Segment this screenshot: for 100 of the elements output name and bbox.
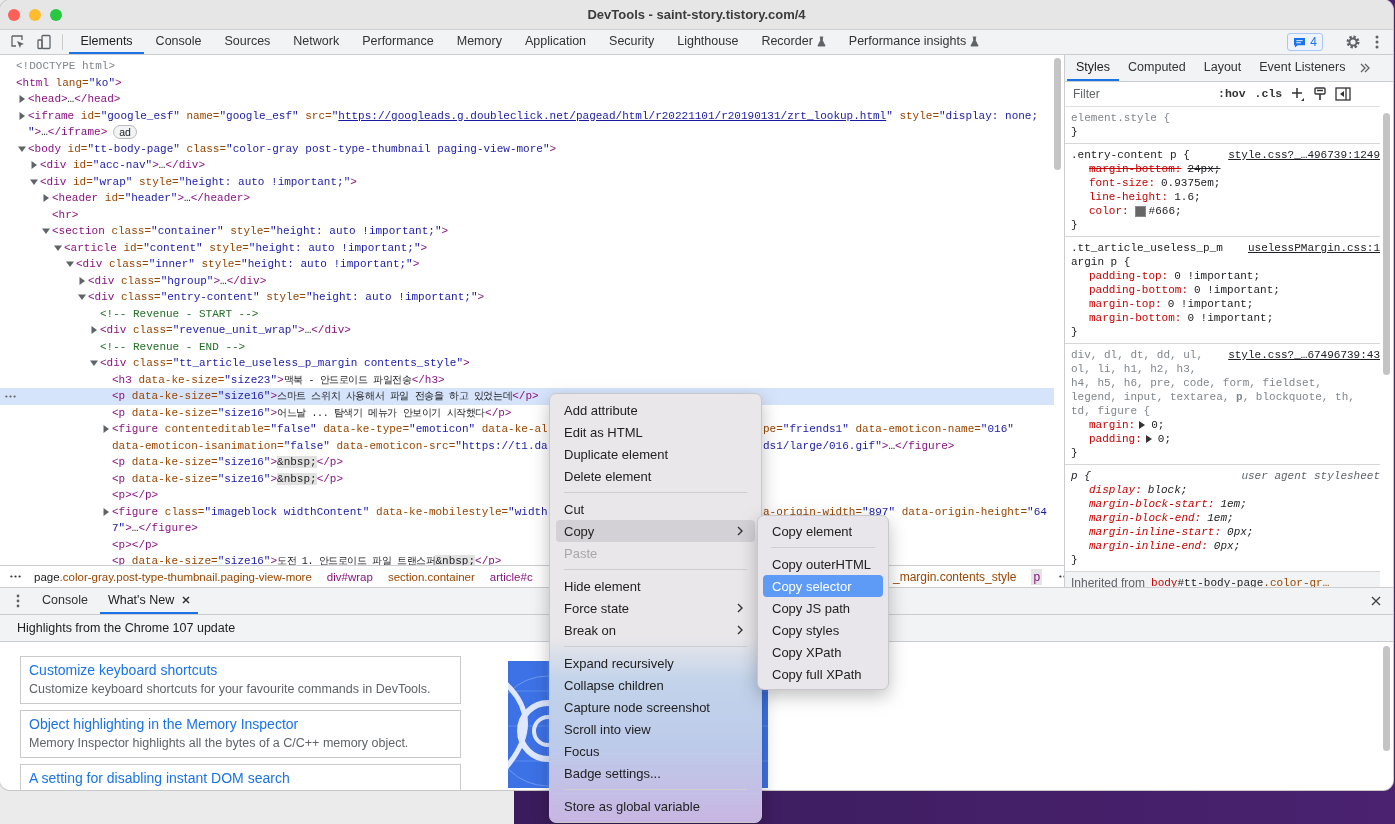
disclosure-triangle-icon[interactable] [18,95,26,104]
menu-item[interactable]: Badge settings... [556,762,755,784]
menu-item[interactable]: Force state [556,597,755,619]
breadcrumb-item[interactable]: section.container [385,569,477,584]
paint-roller-icon[interactable] [1314,87,1327,101]
double-chevron-icon[interactable] [1360,63,1371,73]
panel-tab[interactable]: Lighthouse [665,30,750,54]
breadcrumb-item[interactable]: _margin.contents_style [891,568,1019,585]
css-value[interactable]: 0px; [1227,525,1254,539]
css-property[interactable]: padding-top: [1089,269,1169,283]
card-title[interactable]: Customize keyboard shortcuts [29,661,452,680]
stylesheet-link[interactable]: user agent stylesheet [1241,469,1380,483]
menu-item[interactable]: Copy full XPath [763,663,883,685]
plus-icon[interactable] [1291,87,1306,101]
more-options-icon[interactable] [16,594,20,608]
panel-tab[interactable]: Recorder [749,30,838,54]
menu-item[interactable]: Store as global variable [556,795,755,817]
scrollbar-thumb[interactable] [1383,113,1390,375]
menu-item[interactable]: Copy [556,520,755,542]
disclosure-triangle-icon[interactable] [30,161,38,170]
css-property[interactable]: margin-block-start: [1089,497,1215,511]
disclosure-triangle-icon[interactable] [78,276,86,285]
panel-tab[interactable]: Performance [350,30,446,54]
sidebar-tab[interactable]: Layout [1194,55,1251,81]
card-title[interactable]: Object highlighting in the Memory Inspector [29,715,452,734]
css-property[interactable]: margin-inline-end: [1089,539,1208,553]
menu-item[interactable]: Edit as HTML [556,421,755,443]
feature-card[interactable]: A setting for disabling instant DOM search [20,764,461,790]
panel-tab[interactable]: Memory [445,30,514,54]
panel-tab[interactable]: Console [144,30,213,54]
disclosure-triangle-icon[interactable] [30,177,38,186]
css-property[interactable]: padding: [1089,432,1142,446]
drawer-tab[interactable]: Console [34,588,96,614]
menu-item[interactable]: Expand recursively [556,652,755,674]
css-value[interactable]: 24px; [1187,162,1221,176]
css-property[interactable]: margin-block-end: [1089,511,1202,525]
disclosure-triangle-icon[interactable] [18,144,26,153]
css-value[interactable]: 1em; [1220,497,1247,511]
menu-item[interactable]: Scroll into view [556,718,755,740]
toggle-button[interactable]: :hov [1218,87,1246,101]
disclosure-triangle-icon[interactable] [90,326,98,335]
menu-item[interactable]: Copy outerHTML [763,553,883,575]
settings-icon[interactable] [1345,34,1361,50]
toggle-button[interactable]: .cls [1254,87,1283,101]
disclosure-triangle-icon[interactable] [42,227,50,236]
device-toggle-icon[interactable] [36,34,52,50]
breadcrumb-item[interactable]: page.color-gray.post-type-thumbnail.paging-view-more [32,569,314,584]
panel-tab[interactable]: Security [597,30,666,54]
menu-item[interactable]: Focus [556,740,755,762]
css-value[interactable]: 0; [1151,418,1165,432]
issues-button[interactable]: 4 [1287,33,1323,51]
ad-badge[interactable]: ad [113,125,137,140]
menu-item[interactable]: Break on [556,619,755,641]
sidebar-tab[interactable]: Event Listeners [1250,55,1355,81]
stylesheet-link[interactable]: style.css?_…496739:1249 [1228,148,1380,162]
css-property[interactable]: line-height: [1089,190,1169,204]
menu-item[interactable]: Copy JS path [763,597,883,619]
breadcrumb-item[interactable]: p [1031,568,1043,585]
disclosure-triangle-icon[interactable] [54,243,62,252]
disclosure-triangle-icon[interactable] [102,507,110,516]
menu-item[interactable]: Copy styles [763,619,883,641]
close-icon[interactable] [182,596,191,604]
breadcrumb-item[interactable]: article#c [487,569,535,584]
disclosure-triangle-icon[interactable] [102,425,110,434]
css-value[interactable]: block; [1147,483,1188,497]
card-title[interactable]: A setting for disabling instant DOM search [29,769,452,788]
more-options-icon[interactable] [1375,35,1379,49]
disclosure-triangle-icon[interactable] [90,359,98,368]
css-value[interactable]: 0 !important; [1174,269,1261,283]
disclosure-triangle-icon[interactable] [42,194,50,203]
css-value[interactable]: 0 !important; [1194,283,1280,297]
css-value[interactable]: 0.9375em; [1161,176,1221,190]
css-value[interactable]: #666; [1148,204,1182,218]
css-value[interactable]: 1.6; [1174,190,1201,204]
menu-item[interactable]: Collapse children [556,674,755,696]
css-value[interactable]: 0px; [1213,539,1241,553]
more-dots-icon[interactable] [5,395,16,398]
menu-item[interactable]: Capture node screenshot [556,696,755,718]
panel-tab[interactable]: Sources [213,30,282,54]
css-property[interactable]: margin-inline-start: [1089,525,1222,539]
stylesheet-link[interactable]: style.css?_…67496739:43 [1228,348,1380,362]
panel-tab[interactable]: Performance insights [837,30,991,54]
css-property[interactable]: margin: [1089,418,1136,432]
css-value[interactable]: 0 !important; [1187,311,1274,325]
panel-tab[interactable]: Network [281,30,351,54]
close-icon[interactable] [1371,596,1381,606]
disclosure-triangle-icon[interactable] [66,260,74,269]
panel-tab[interactable]: Application [513,30,598,54]
breadcrumb-item[interactable]: div#wrap [324,569,375,584]
feature-card[interactable]: Customize keyboard shortcuts Customize keyboard shortcuts for your favourite commands in DevTools. [20,656,461,704]
scrollbar-thumb[interactable] [1054,58,1061,170]
css-value[interactable]: 1em; [1207,511,1234,525]
css-property[interactable]: display: [1089,483,1142,497]
css-property[interactable]: margin-top: [1089,297,1162,311]
sidebar-tab[interactable]: Styles [1067,55,1120,81]
css-property[interactable]: margin-bottom: [1089,311,1182,325]
color-swatch[interactable] [1134,205,1146,217]
sidebar-tab[interactable]: Computed [1119,55,1195,81]
ellipsis-icon[interactable] [10,575,21,578]
css-property[interactable]: color: [1089,204,1129,218]
